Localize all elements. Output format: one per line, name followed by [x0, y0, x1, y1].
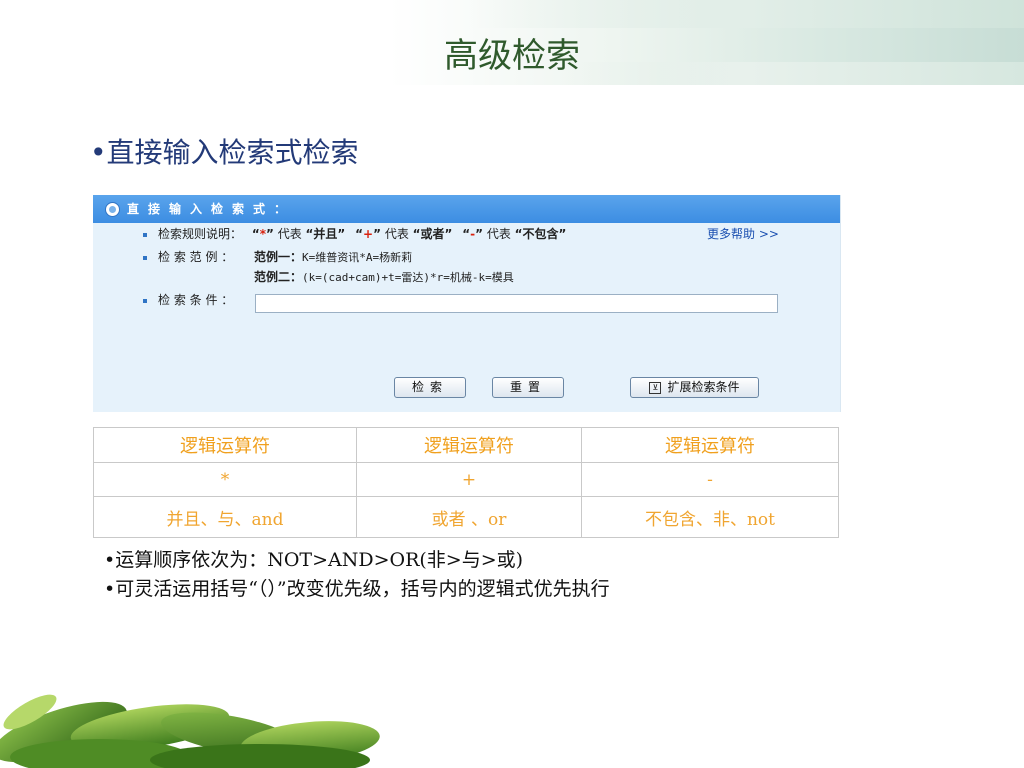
condition-label: 检 索 条 件 ：: [158, 293, 234, 307]
table-cell: *: [93, 462, 357, 497]
expand-conditions-button[interactable]: ⊻ 扩展检索条件: [630, 377, 759, 398]
table-cell: 或者 、or: [356, 496, 582, 538]
search-panel: 直接输入检索式： 检索规则说明： “*” 代表 “并且” “+” 代表 “或者”…: [93, 195, 841, 412]
example-1: 范例一：K=维普资讯*A=杨新莉: [254, 249, 412, 266]
table-header: 逻辑运算符: [581, 427, 839, 463]
section-heading: •直接输入检索式检索: [90, 136, 359, 169]
rules-row: 检索规则说明： “*” 代表 “并且” “+” 代表 “或者” “-” 代表 “…: [158, 226, 566, 242]
expand-button-label: 扩展检索条件: [667, 380, 740, 394]
reset-button[interactable]: 重置: [492, 377, 564, 398]
search-condition-input[interactable]: [255, 294, 778, 313]
bullet-icon: [143, 233, 147, 237]
bullet-icon: [143, 299, 147, 303]
expand-icon: ⊻: [649, 381, 662, 394]
example-1-value: K=维普资讯*A=杨新莉: [302, 251, 413, 264]
note-line: •运算顺序依次为：NOT>AND>OR(非>与>或): [104, 549, 524, 571]
table-header: 逻辑运算符: [356, 427, 582, 463]
banner-stripe: [470, 0, 1024, 28]
example-2-value: (k=(cad+cam)+t=雷达)*r=机械-k=模具: [302, 271, 514, 284]
page-title: 高级检索: [444, 36, 580, 76]
example-label: 检 索 范 例 ：: [158, 250, 234, 264]
table-cell: -: [581, 462, 839, 497]
panel-header-icon: [105, 202, 120, 217]
bullet-icon: [143, 256, 147, 260]
search-button[interactable]: 检索: [394, 377, 466, 398]
note-line: •可灵活运用括号“（）”改变优先级，括号内的逻辑式优先执行: [104, 578, 610, 600]
example-1-label: 范例一：: [254, 250, 303, 264]
table-cell: +: [356, 462, 582, 497]
panel-header: 直接输入检索式：: [93, 195, 840, 223]
rule-and: “*” 代表 “并且”: [251, 227, 346, 241]
notes: •运算顺序依次为：NOT>AND>OR(非>与>或) •可灵活运用括号“（）”改…: [104, 546, 824, 604]
leaves-decoration: [0, 694, 380, 768]
example-2: 范例二：(k=(cad+cam)+t=雷达)*r=机械-k=模具: [254, 269, 514, 286]
rules-label: 检索规则说明：: [158, 227, 243, 241]
rule-not: “-” 代表 “不包含”: [462, 227, 567, 241]
panel-header-title: 直接输入检索式：: [127, 202, 296, 216]
example-2-label: 范例二：: [254, 270, 303, 284]
operator-table: 逻辑运算符 逻辑运算符 逻辑运算符 * + - 并且、与、and 或者 、or …: [93, 427, 839, 538]
more-help-link[interactable]: 更多帮助 >>: [707, 226, 779, 242]
table-cell: 不包含、非、not: [581, 496, 839, 538]
rule-or: “+” 代表 “或者”: [355, 227, 453, 241]
table-cell: 并且、与、and: [93, 496, 357, 538]
table-header: 逻辑运算符: [93, 427, 357, 463]
